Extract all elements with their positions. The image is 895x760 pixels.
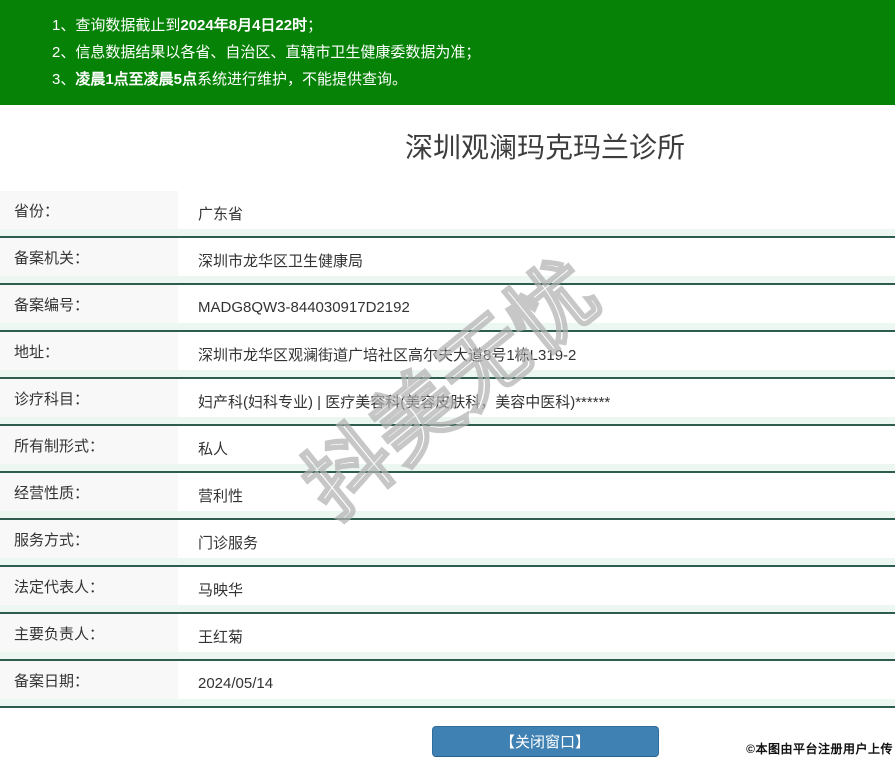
row-value: MADG8QW3-844030917D2192: [198, 299, 410, 316]
notice-text: 系统进行维护，不能提供查询。: [197, 71, 408, 88]
row-value: 妇产科(妇科专业) | 医疗美容科(美容皮肤科，美容中医科)******: [198, 394, 611, 411]
page-title: 深圳观澜玛克玛兰诊所: [404, 132, 685, 163]
row-label: 备案机关：: [0, 238, 178, 276]
table-row-departments: 诊疗科目： 妇产科(妇科专业) | 医疗美容科(美容皮肤科，美容中医科)****…: [0, 379, 895, 426]
row-label: 备案编号：: [0, 285, 178, 323]
row-value: 王红菊: [198, 629, 244, 646]
row-value: 深圳市龙华区观澜街道广培社区高尔夫大道8号1栋L319-2: [198, 347, 577, 364]
notice-number: 1、: [52, 17, 76, 34]
row-value: 营利性: [198, 488, 244, 505]
notice-number: 2、: [52, 44, 76, 61]
table-row-province: 省份： 广东省: [0, 191, 895, 238]
row-label: 地址：: [0, 332, 178, 370]
notice-text: ；: [307, 17, 323, 34]
row-value: 门诊服务: [198, 535, 259, 552]
row-value: 私人: [198, 441, 229, 458]
notice-line-2: 2、信息数据结果以各省、自治区、直辖市卫生健康委数据为准；: [0, 39, 895, 66]
row-value: 马映华: [198, 582, 244, 599]
notice-line-1: 1、查询数据截止到2024年8月4日22时；: [0, 12, 895, 39]
row-label: 所有制形式：: [0, 426, 178, 464]
notice-text-bold: 凌晨1点至凌晨5点: [75, 71, 198, 88]
table-row-filing-authority: 备案机关： 深圳市龙华区卫生健康局: [0, 238, 895, 285]
table-row-address: 地址： 深圳市龙华区观澜街道广培社区高尔夫大道8号1栋L319-2: [0, 332, 895, 379]
row-label: 主要负责人：: [0, 614, 178, 652]
row-label: 省份：: [0, 191, 178, 229]
upload-source-note: ©本图由平台注册用户上传: [746, 742, 893, 756]
info-table: 省份： 广东省 备案机关： 深圳市龙华区卫生健康局 备案编号： MADG8QW3…: [0, 191, 895, 708]
notice-line-3: 3、凌晨1点至凌晨5点系统进行维护，不能提供查询。: [0, 66, 895, 93]
row-label: 法定代表人：: [0, 567, 178, 605]
row-label: 备案日期：: [0, 661, 178, 699]
notice-text-bold: 2024年8月4日22时: [180, 17, 308, 34]
row-label: 诊疗科目：: [0, 379, 178, 417]
main-content: 深圳观澜玛克玛兰诊所 省份： 广东省 备案机关： 深圳市龙华区卫生健康局 备案编…: [0, 105, 895, 757]
table-row-service-mode: 服务方式： 门诊服务: [0, 520, 895, 567]
close-window-button[interactable]: 【关闭窗口】: [431, 726, 659, 757]
row-label: 经营性质：: [0, 473, 178, 511]
table-row-legal-representative: 法定代表人： 马映华: [0, 567, 895, 614]
table-row-operation-nature: 经营性质： 营利性: [0, 473, 895, 520]
table-row-ownership: 所有制形式： 私人: [0, 426, 895, 473]
row-value: 广东省: [198, 206, 244, 223]
notice-banner: 1、查询数据截止到2024年8月4日22时； 2、信息数据结果以各省、自治区、直…: [0, 0, 895, 105]
notice-text: 信息数据结果以各省、自治区、直辖市卫生健康委数据为准；: [75, 44, 481, 61]
table-row-principal: 主要负责人： 王红菊: [0, 614, 895, 661]
row-value: 2024/05/14: [198, 675, 274, 692]
notice-number: 3、: [52, 71, 76, 88]
row-label: 服务方式：: [0, 520, 178, 558]
table-row-filing-number: 备案编号： MADG8QW3-844030917D2192: [0, 285, 895, 332]
row-value: 深圳市龙华区卫生健康局: [198, 253, 364, 270]
table-row-filing-date: 备案日期： 2024/05/14: [0, 661, 895, 708]
notice-text: 查询数据截止到: [75, 17, 181, 34]
